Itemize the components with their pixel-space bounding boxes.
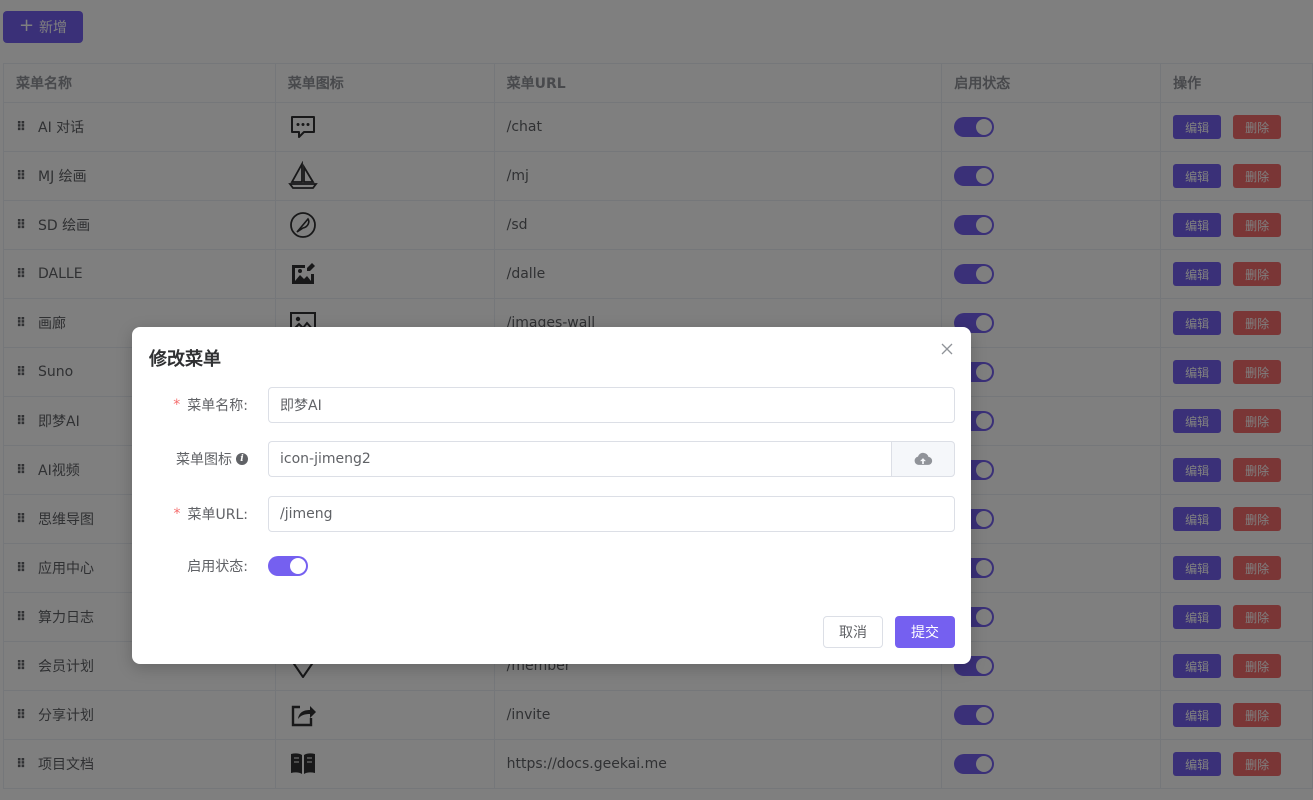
name-label: 菜单名称: [187,398,248,414]
menu-icon-input[interactable]: icon-jimeng2 [268,441,891,477]
icon-label: 菜单图标 [176,452,232,468]
edit-menu-dialog: 修改菜单 * 菜单名称: 即梦AI 菜单图标 i icon-jimeng2 * 菜单U… [132,327,971,664]
close-icon[interactable] [939,341,955,357]
menu-name-input[interactable]: 即梦AI [268,387,955,423]
cloud-upload-icon [914,452,933,465]
form-row-url: * 菜单URL: /jimeng [132,496,971,532]
menu-icon-input-group: icon-jimeng2 [268,441,955,477]
menu-url-input[interactable]: /jimeng [268,496,955,532]
info-icon[interactable]: i [236,453,248,465]
form-row-icon: 菜单图标 i icon-jimeng2 [132,441,971,477]
form-row-enabled: 启用状态: [132,548,971,584]
enabled-switch[interactable] [268,556,308,576]
switch-knob [290,558,306,574]
upload-button[interactable] [891,441,955,477]
enabled-label: 启用状态: [187,559,248,575]
cancel-button[interactable]: 取消 [823,616,883,648]
required-mark: * [173,397,181,413]
submit-button[interactable]: 提交 [895,616,955,648]
url-label: 菜单URL: [187,507,249,523]
dialog-title: 修改菜单 [149,349,221,370]
required-mark: * [173,506,181,522]
form-row-name: * 菜单名称: 即梦AI [132,387,971,423]
